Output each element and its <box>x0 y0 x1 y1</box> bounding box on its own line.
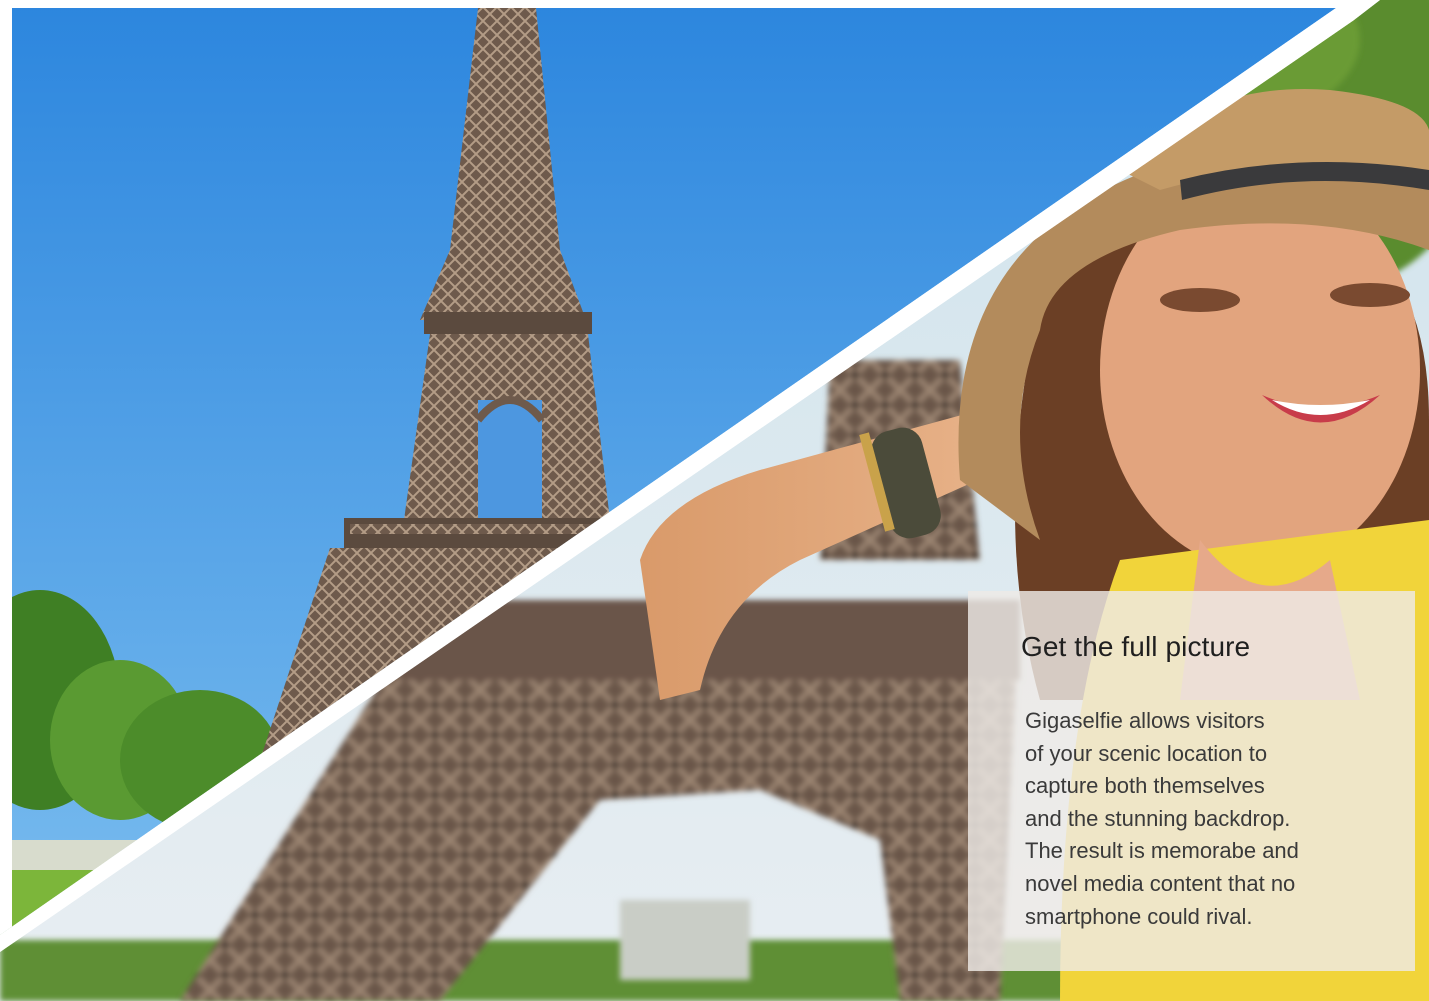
card-description: Gigaselfie allows visitors of your sceni… <box>1025 708 1299 929</box>
info-card: Get the full picture Gigaselfie allows v… <box>968 591 1415 971</box>
card-title: Get the full picture <box>1021 631 1251 662</box>
hero-section: Get the full picture Gigaselfie allows v… <box>0 0 1429 1001</box>
